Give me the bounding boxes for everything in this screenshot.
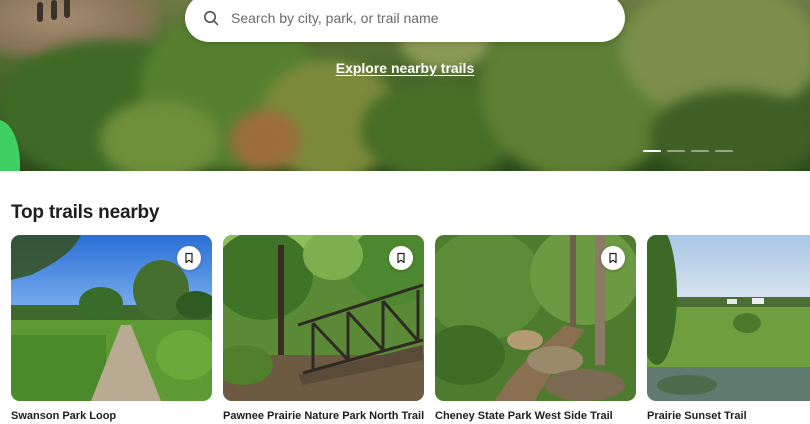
carousel-dot[interactable] [691,150,709,152]
carousel-dot[interactable] [715,150,733,152]
section-title: Top trails nearby [11,202,160,223]
hero-hiker [64,0,70,18]
bookmark-button[interactable] [389,246,413,270]
search-bar[interactable] [185,0,625,42]
carousel-dot[interactable] [667,150,685,152]
explore-nearby-link[interactable]: Explore nearby trails [0,60,810,76]
trail-photo[interactable] [223,235,424,401]
bookmark-icon [609,252,617,264]
trail-name[interactable]: Swanson Park Loop [11,410,212,422]
trail-name[interactable]: Cheney State Park West Side Trail [435,410,636,422]
trail-card[interactable]: Pawnee Prairie Nature Park North Trail [223,235,424,422]
bookmark-icon [185,252,193,264]
hero-hiker [37,2,43,22]
trail-card[interactable]: Prairie Sunset Trail [647,235,810,422]
trail-name[interactable]: Prairie Sunset Trail [647,410,810,422]
trail-card[interactable]: Cheney State Park West Side Trail [435,235,636,422]
carousel-dot[interactable] [643,150,661,152]
bookmark-icon [397,252,405,264]
carousel-indicator[interactable] [643,150,733,152]
search-icon [204,11,219,26]
bookmark-button[interactable] [601,246,625,270]
bookmark-button[interactable] [177,246,201,270]
hero-hiker [51,0,57,20]
trail-card[interactable]: Swanson Park Loop [11,235,212,422]
trail-photo[interactable] [435,235,636,401]
search-input[interactable] [229,9,593,27]
trail-photo[interactable] [647,235,810,401]
trail-name[interactable]: Pawnee Prairie Nature Park North Trail [223,410,424,422]
trail-card-list: Swanson Park Loop Pawnee Prairie Nature … [11,235,810,424]
trail-photo[interactable] [11,235,212,401]
